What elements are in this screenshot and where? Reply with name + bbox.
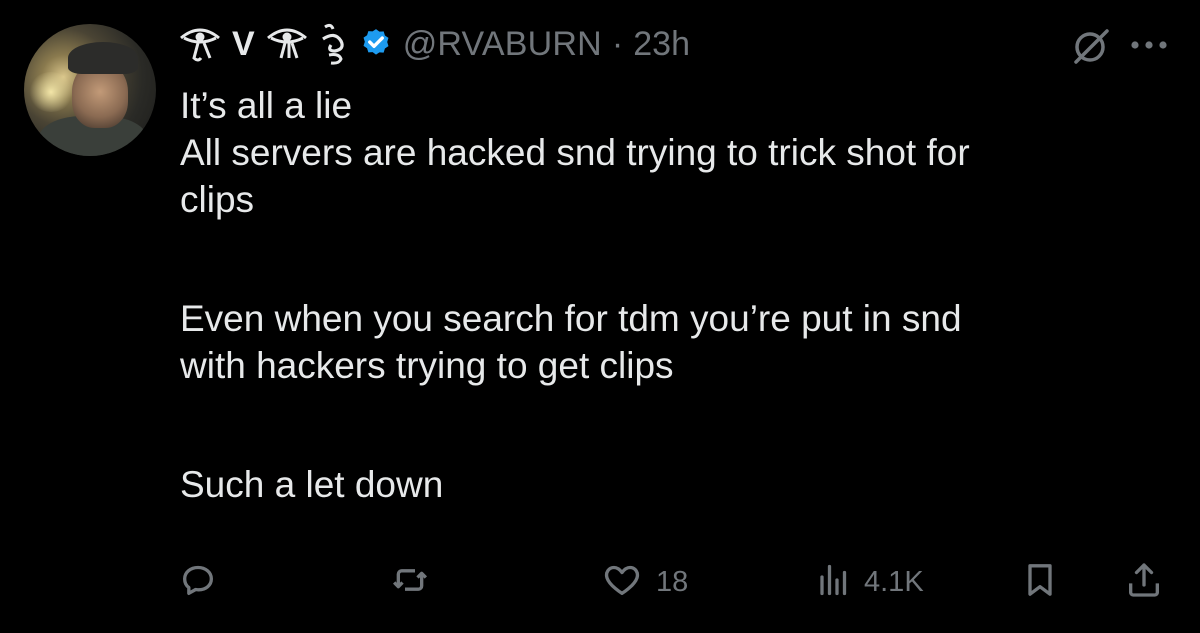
views-count: 4.1K xyxy=(864,565,924,598)
timestamp[interactable]: 23h xyxy=(633,25,690,64)
tweet-text-line: Even when you search for tdm you’re put … xyxy=(180,298,962,339)
heart-icon xyxy=(600,560,644,605)
share-button[interactable] xyxy=(1124,557,1164,607)
author-handle[interactable]: @RVABURN xyxy=(403,25,602,64)
tweet-text-line: with hackers trying to get clips xyxy=(180,345,674,386)
reply-button[interactable] xyxy=(178,557,230,607)
tweet-text-line: It’s all a lie xyxy=(180,85,353,126)
bookmark-icon xyxy=(1020,560,1060,605)
separator-dot: · xyxy=(611,24,624,63)
eye-of-horus-icon xyxy=(265,24,309,64)
tweet-text-line: Such a let down xyxy=(180,464,444,505)
grok-icon[interactable] xyxy=(1071,26,1111,71)
tweet-text-line: All servers are hacked snd trying to tri… xyxy=(180,132,970,173)
more-icon[interactable] xyxy=(1130,38,1170,56)
tweet-actions: 18 4.1K xyxy=(0,557,1200,607)
like-button[interactable]: 18 xyxy=(600,557,688,607)
views-button[interactable]: 4.1K xyxy=(816,557,924,607)
avatar-light xyxy=(28,72,74,112)
khmer-glyph-icon xyxy=(319,23,349,65)
tweet-header: V @RVABURN · 23h xyxy=(178,20,690,68)
avatar-cap xyxy=(68,42,138,74)
verified-badge-icon xyxy=(359,27,393,61)
bookmark-button[interactable] xyxy=(1020,557,1060,607)
display-name-letter: V xyxy=(232,25,255,63)
reply-icon xyxy=(178,560,218,605)
eye-of-horus-icon xyxy=(178,24,222,64)
like-count: 18 xyxy=(656,565,689,598)
avatar[interactable] xyxy=(24,24,156,156)
share-icon xyxy=(1124,560,1164,605)
views-chart-icon xyxy=(816,560,852,605)
tweet-text: It’s all a lie All servers are hacked sn… xyxy=(180,82,1180,508)
repost-button[interactable] xyxy=(388,557,444,607)
tweet-text-line: clips xyxy=(180,179,255,220)
repost-icon xyxy=(388,560,432,605)
